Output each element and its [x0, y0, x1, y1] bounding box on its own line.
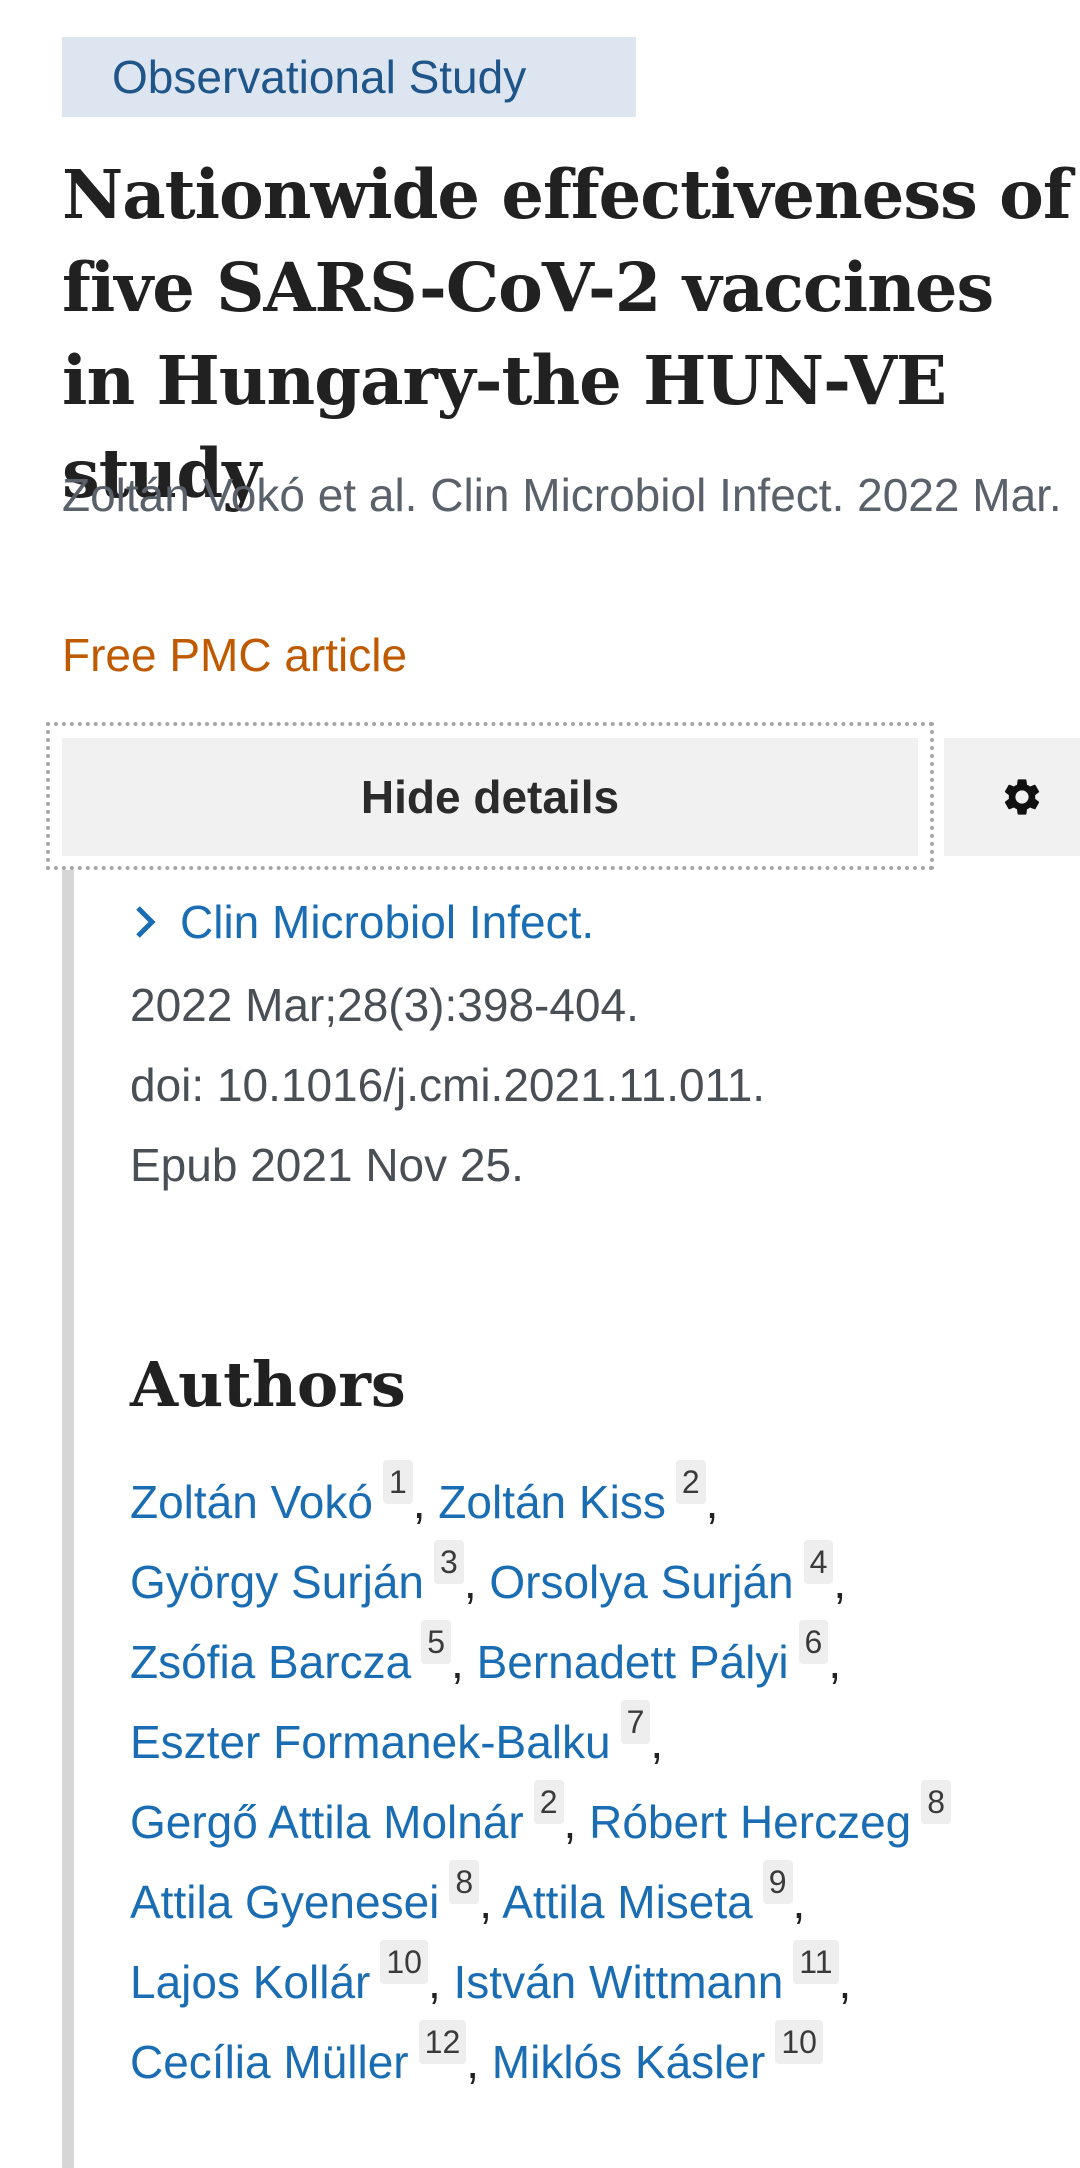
author-link[interactable]: Zsófia Barcza: [130, 1636, 411, 1688]
author-link[interactable]: István Wittmann: [454, 1956, 784, 2008]
author-link[interactable]: Orsolya Surján: [489, 1556, 793, 1608]
journal-link[interactable]: Clin Microbiol Infect.: [130, 888, 594, 956]
author-link[interactable]: Lajos Kollár: [130, 1956, 370, 2008]
affiliation-number[interactable]: 3: [434, 1540, 464, 1584]
affiliation-number[interactable]: 1: [382, 1460, 413, 1504]
affiliation-number[interactable]: 11: [793, 1940, 839, 1984]
affiliation-number[interactable]: 9: [762, 1860, 793, 1904]
authors-list: Zoltán Vokó 1, Zoltán Kiss 2, György Surjá…: [130, 1460, 1080, 2102]
author-link[interactable]: Cecília Müller: [130, 2036, 409, 2088]
epub-date: Epub 2021 Nov 25.: [130, 1139, 524, 1191]
author-link[interactable]: Miklós Kásler: [492, 2036, 766, 2088]
free-pmc-label: Free PMC article: [62, 629, 408, 681]
author-link[interactable]: Róbert Herczeg: [589, 1796, 911, 1848]
gear-icon: [1004, 779, 1040, 815]
authors-heading: Authors: [130, 1348, 406, 1421]
affiliation-number[interactable]: 7: [620, 1700, 651, 1744]
affiliation-number[interactable]: 12: [418, 2020, 467, 2064]
details-left-border: [62, 870, 74, 2168]
affiliation-number[interactable]: 2: [533, 1780, 564, 1824]
affiliation-number[interactable]: 4: [803, 1540, 834, 1584]
author-link[interactable]: Attila Gyenesei: [130, 1876, 439, 1928]
author-link[interactable]: Eszter Formanek-Balku: [130, 1716, 611, 1768]
affiliation-number[interactable]: 2: [675, 1460, 706, 1504]
author-link[interactable]: Zoltán Vokó: [130, 1476, 373, 1528]
journal-name[interactable]: Clin Microbiol Infect.: [180, 888, 594, 956]
hide-details-button[interactable]: Hide details: [62, 738, 918, 856]
publication-details: 2022 Mar;28(3):398-404. doi: 10.1016/j.c…: [130, 965, 765, 1205]
affiliation-number[interactable]: 5: [421, 1620, 452, 1664]
author-link[interactable]: Bernadett Pályi: [477, 1636, 789, 1688]
doi[interactable]: doi: 10.1016/j.cmi.2021.11.011.: [130, 1045, 765, 1125]
short-citation: Zoltán Vokó et al. Clin Microbiol Infect…: [62, 469, 1062, 521]
chevron-right-icon: [136, 906, 156, 938]
author-link[interactable]: György Surján: [130, 1556, 424, 1608]
affiliation-number[interactable]: 10: [775, 2020, 823, 2064]
affiliation-number[interactable]: 6: [798, 1620, 829, 1664]
affiliation-number[interactable]: 10: [380, 1940, 428, 1984]
volume-issue: 2022 Mar;28(3):398-404.: [130, 979, 639, 1031]
display-settings-button[interactable]: [944, 738, 1080, 856]
author-link[interactable]: Zoltán Kiss: [438, 1476, 666, 1528]
author-link[interactable]: Attila Miseta: [502, 1876, 753, 1928]
article-type-badge: Observational Study: [62, 37, 636, 117]
author-link[interactable]: Gergő Attila Molnár: [130, 1796, 524, 1848]
affiliation-number[interactable]: 8: [449, 1860, 480, 1904]
affiliation-number[interactable]: 8: [921, 1780, 952, 1824]
